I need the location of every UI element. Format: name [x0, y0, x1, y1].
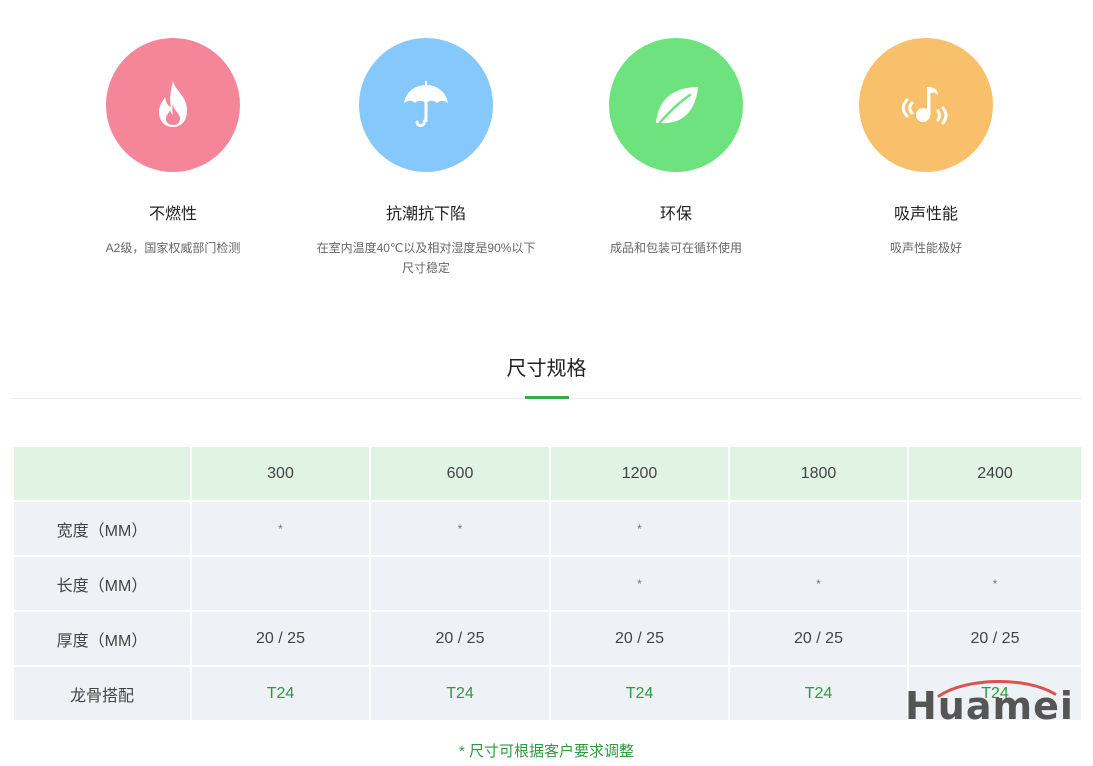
table-row: 宽度（MM） * * *: [12, 500, 1083, 557]
table-cell: T24: [369, 665, 551, 722]
table-cell: 20 / 25: [369, 610, 551, 667]
table-cell: 20 / 25: [190, 610, 371, 667]
table-row: 长度（MM） * * *: [12, 555, 1083, 612]
table-cell: [190, 555, 371, 612]
table-cell: *: [907, 555, 1083, 612]
table-cell: *: [728, 555, 909, 612]
row-label: 龙骨搭配: [12, 665, 192, 722]
table-cell: *: [549, 500, 730, 557]
feature-circle: [106, 38, 240, 172]
table-cell: T24: [728, 665, 909, 722]
table-header-cell: [12, 445, 192, 502]
music-note-icon: [901, 87, 948, 125]
table-cell: [728, 500, 909, 557]
feature-fireproof: 不燃性 A2级，国家权威部门检测: [43, 38, 303, 258]
feature-desc-line: 尺寸稳定: [401, 261, 450, 275]
feature-desc: 成品和包装可在循环使用: [546, 238, 806, 258]
section-title: 尺寸规格: [506, 358, 587, 380]
table-cell: 20 / 25: [907, 610, 1083, 667]
table-header-row: 300 600 1200 1800 2400: [12, 445, 1083, 502]
feature-desc: 在室内温度40℃以及相对湿度是90%以下 尺寸稳定: [296, 238, 556, 278]
table-row: 厚度（MM） 20 / 25 20 / 25 20 / 25 20 / 25 2…: [12, 610, 1083, 667]
feature-circle: [609, 38, 743, 172]
row-label: 厚度（MM）: [12, 610, 192, 667]
table-header-cell: 1800: [728, 445, 909, 502]
feature-title: 抗潮抗下陷: [385, 206, 466, 223]
feature-title: 吸声性能: [893, 206, 958, 223]
umbrella-icon: [404, 81, 448, 128]
table-header-cell: 300: [190, 445, 371, 502]
logo-text: Huamei: [905, 684, 1074, 728]
table-header-cell: 2400: [907, 445, 1083, 502]
row-label: 长度（MM）: [12, 555, 192, 612]
feature-sound-absorption: 吸声性能 吸声性能极好: [796, 38, 1056, 258]
table-cell: [369, 555, 551, 612]
feature-desc: 吸声性能极好: [796, 238, 1056, 258]
table-header-cell: 600: [369, 445, 551, 502]
table-cell: *: [190, 500, 371, 557]
table-cell: T24: [190, 665, 371, 722]
feature-title: 不燃性: [148, 206, 197, 223]
feature-moisture-resistant: 抗潮抗下陷 在室内温度40℃以及相对湿度是90%以下 尺寸稳定: [296, 38, 556, 278]
feature-title: 环保: [659, 206, 692, 223]
size-note: * 尺寸可根据客户要求调整: [458, 743, 634, 760]
feature-desc-line: 在室内温度40℃以及相对湿度是90%以下: [316, 241, 536, 255]
feature-desc-line: 吸声性能极好: [889, 241, 962, 255]
table-cell: *: [549, 555, 730, 612]
table-cell: 20 / 25: [728, 610, 909, 667]
feature-desc-line: 成品和包装可在循环使用: [609, 241, 742, 255]
leaf-icon: [656, 87, 698, 127]
row-label: 宽度（MM）: [12, 500, 192, 557]
section-title-underline: [525, 396, 569, 399]
table-cell: T24: [549, 665, 730, 722]
features-section: 不燃性 A2级，国家权威部门检测 抗潮抗下陷 在室内温度40℃以及相对湿度是90…: [0, 38, 1093, 288]
feature-eco: 环保 成品和包装可在循环使用: [546, 38, 806, 258]
flame-icon: [159, 81, 187, 127]
watermark-logo: Huamei: [905, 676, 1073, 728]
feature-circle: [859, 38, 993, 172]
feature-circle: [359, 38, 493, 172]
table-header-cell: 1200: [549, 445, 730, 502]
feature-desc: A2级，国家权威部门检测: [43, 238, 303, 258]
feature-desc-line: A2级，国家权威部门检测: [105, 241, 241, 255]
table-cell: 20 / 25: [549, 610, 730, 667]
table-cell: [907, 500, 1083, 557]
table-cell: *: [369, 500, 551, 557]
